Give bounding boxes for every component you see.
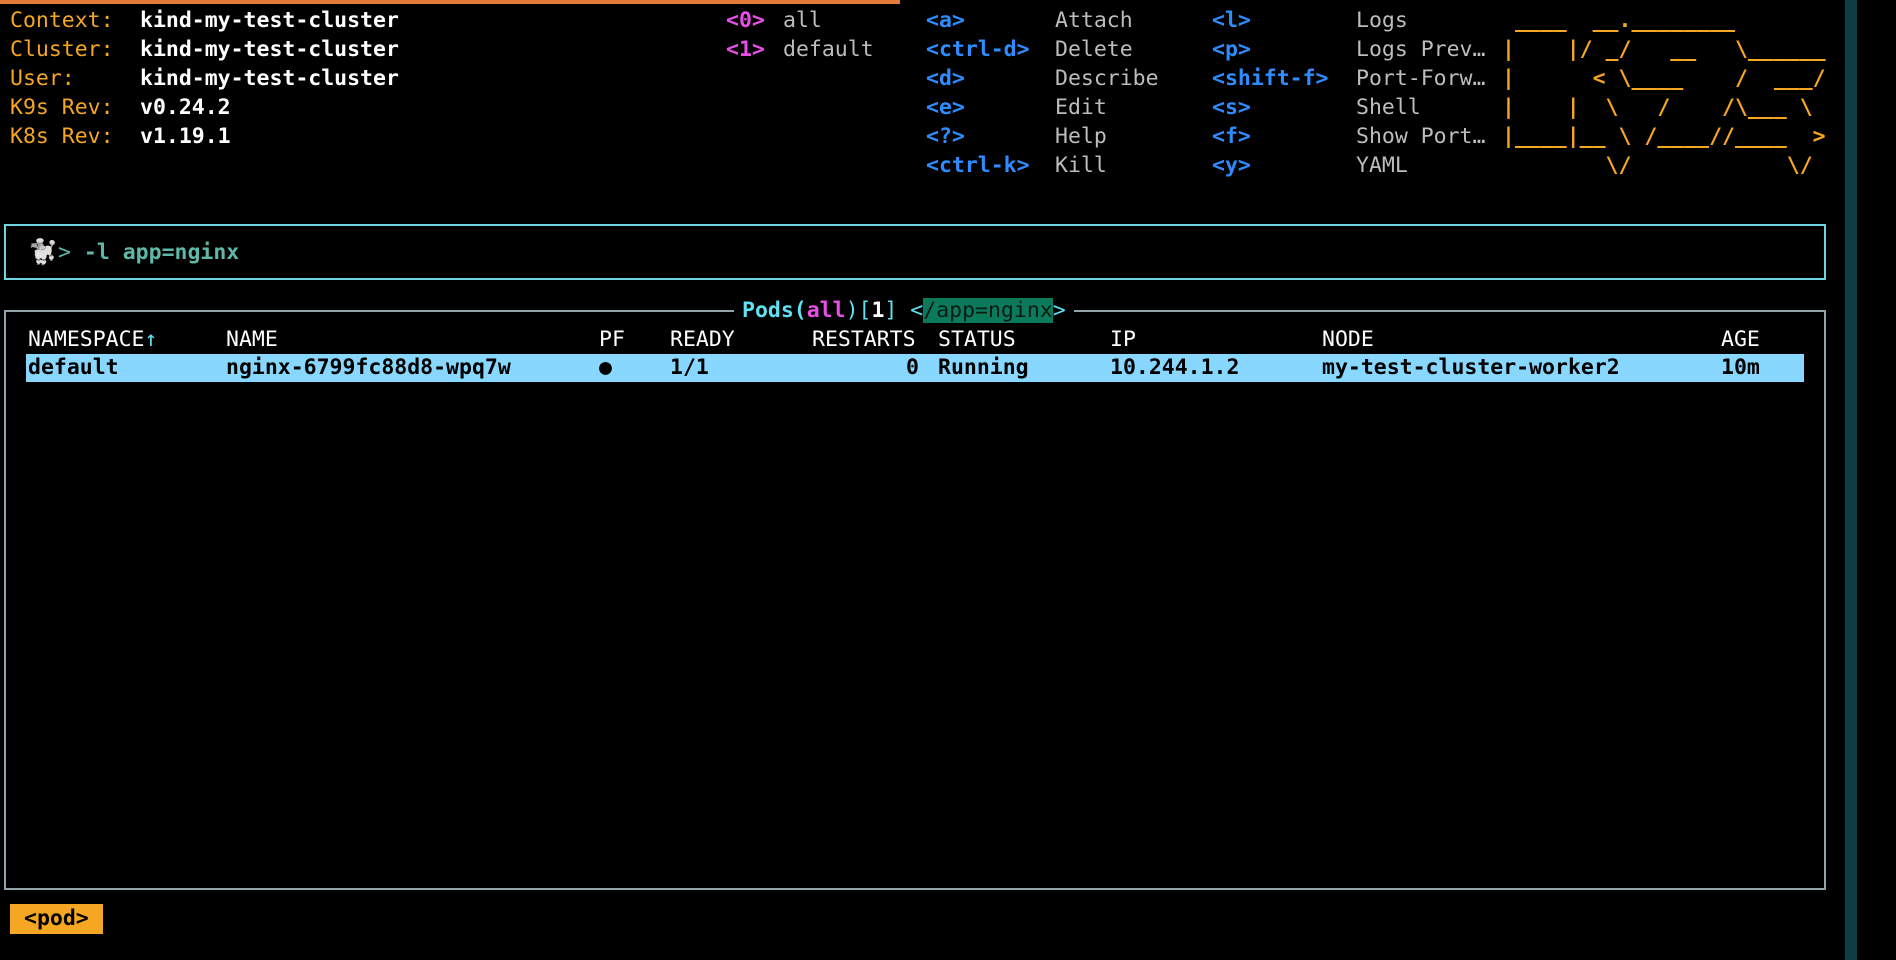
- header-label: NAMESPACE: [28, 327, 145, 352]
- title-resource: Pods(: [742, 298, 807, 323]
- logo-line: \/ \/: [1502, 153, 1826, 178]
- shortcut-logs-previous[interactable]: Logs Prev…: [1356, 35, 1485, 64]
- column-header-age[interactable]: AGE: [1721, 325, 1760, 354]
- cluster-label: Cluster:: [10, 37, 114, 62]
- logo-line: | |/ _/ __ \______: [1502, 37, 1826, 62]
- user-label: User:: [10, 66, 75, 91]
- shortcut-yaml[interactable]: YAML: [1356, 151, 1408, 180]
- cell-name: nginx-6799fc88d8-wpq7w: [226, 355, 511, 380]
- title-filter: /app=nginx: [923, 298, 1053, 323]
- title-namespace: all: [806, 298, 846, 323]
- table-row[interactable]: default nginx-6799fc88d8-wpq7w ● 1/1 0 R…: [26, 354, 1804, 382]
- column-header-name[interactable]: NAME: [226, 325, 278, 354]
- cell-ip: 10.244.1.2: [1110, 355, 1240, 380]
- column-header-pf[interactable]: PF: [599, 325, 625, 354]
- k9s-rev-label: K9s Rev:: [10, 95, 114, 120]
- logo-line: ____ __.________: [1502, 8, 1826, 33]
- k9s-rev-value: v0.24.2: [140, 95, 231, 120]
- shortcut-key[interactable]: <ctrl-k>: [926, 151, 1030, 180]
- cell-node: my-test-cluster-worker2: [1322, 355, 1620, 380]
- shortcut-help[interactable]: Help: [1055, 122, 1107, 151]
- shortcut-key[interactable]: <l>: [1212, 6, 1251, 35]
- column-header-ready[interactable]: READY: [670, 325, 735, 354]
- column-header-status[interactable]: STATUS: [938, 325, 1016, 354]
- title-underline: [0, 0, 900, 4]
- context-value: kind-my-test-cluster: [140, 8, 399, 33]
- shortcut-logs[interactable]: Logs: [1356, 6, 1408, 35]
- shortcut-key[interactable]: <y>: [1212, 151, 1251, 180]
- shortcut-key[interactable]: <s>: [1212, 93, 1251, 122]
- cell-restarts: 0: [906, 355, 919, 380]
- cluster-value: kind-my-test-cluster: [140, 37, 399, 62]
- dog-icon: 🐩: [28, 238, 58, 266]
- cell-status: Running: [938, 355, 1029, 380]
- column-header-node[interactable]: NODE: [1322, 325, 1374, 354]
- shortcut-shell[interactable]: Shell: [1356, 93, 1421, 122]
- column-header-namespace[interactable]: NAMESPACE↑: [28, 325, 157, 354]
- namespace-key[interactable]: <1>: [726, 35, 765, 64]
- cell-age: 10m: [1721, 355, 1760, 380]
- title-bracket: )[: [845, 298, 872, 323]
- title-count: 1: [871, 298, 885, 323]
- sort-ascending-icon: ↑: [144, 327, 158, 352]
- k8s-rev-label: K8s Rev:: [10, 124, 114, 149]
- namespace-key[interactable]: <0>: [726, 6, 765, 35]
- prompt-caret: >: [58, 240, 71, 265]
- column-header-restarts[interactable]: RESTARTS: [812, 325, 916, 354]
- pods-table-panel: Pods(all)[1] </app=nginx> NAMESPACE↑ NAM…: [4, 296, 1826, 890]
- shortcut-key[interactable]: <p>: [1212, 35, 1251, 64]
- user-value: kind-my-test-cluster: [140, 66, 399, 91]
- cell-ready: 1/1: [670, 355, 709, 380]
- shortcut-describe[interactable]: Describe: [1055, 64, 1159, 93]
- cell-namespace: default: [28, 355, 119, 380]
- cell-pf: ●: [599, 355, 612, 380]
- shortcut-attach[interactable]: Attach: [1055, 6, 1133, 35]
- shortcut-kill[interactable]: Kill: [1055, 151, 1107, 180]
- shortcut-port-forward[interactable]: Port-Forw…: [1356, 64, 1485, 93]
- command-prompt-box[interactable]: 🐩 > -l app=nginx: [4, 224, 1826, 280]
- title-bracket: ] <: [884, 298, 924, 323]
- shortcut-key[interactable]: <a>: [926, 6, 965, 35]
- table-title: Pods(all)[1] </app=nginx>: [734, 296, 1074, 325]
- title-bracket: >: [1052, 298, 1066, 323]
- shortcut-key[interactable]: <d>: [926, 64, 965, 93]
- breadcrumb[interactable]: <pod>: [10, 904, 103, 934]
- shortcut-key[interactable]: <ctrl-d>: [926, 35, 1030, 64]
- window-scrollbar[interactable]: [1845, 0, 1857, 960]
- logo-line: |____|__ \ /____//____ >: [1502, 124, 1826, 149]
- logo-line: | < \____ / ___/: [1502, 66, 1826, 91]
- column-header-ip[interactable]: IP: [1110, 325, 1136, 354]
- command-text: -l app=nginx: [83, 240, 240, 265]
- shortcut-key[interactable]: <e>: [926, 93, 965, 122]
- shortcut-edit[interactable]: Edit: [1055, 93, 1107, 122]
- shortcut-key[interactable]: <shift-f>: [1212, 64, 1329, 93]
- shortcut-delete[interactable]: Delete: [1055, 35, 1133, 64]
- shortcut-key[interactable]: <?>: [926, 122, 965, 151]
- logo-line: | | \ / /\___ \: [1502, 95, 1826, 120]
- shortcut-show-port[interactable]: Show Port…: [1356, 122, 1485, 151]
- namespace-all[interactable]: all: [783, 6, 822, 35]
- context-label: Context:: [10, 8, 114, 33]
- command-input[interactable]: > -l app=nginx: [58, 238, 239, 267]
- namespace-default[interactable]: default: [783, 35, 874, 64]
- k8s-rev-value: v1.19.1: [140, 124, 231, 149]
- shortcut-key[interactable]: <f>: [1212, 122, 1251, 151]
